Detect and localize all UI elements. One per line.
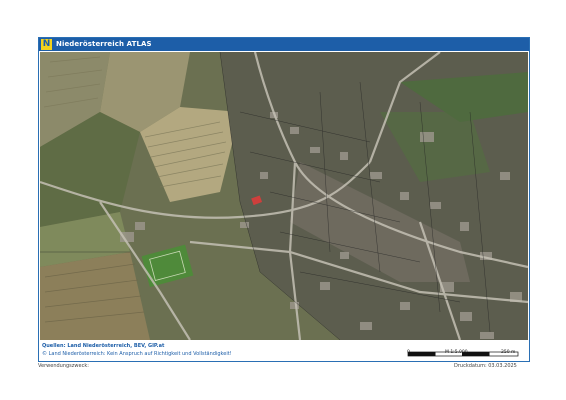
aerial-map[interactable] (40, 52, 528, 340)
atlas-footer: Quellen: Land Niederösterreich, BEV, GIP… (39, 340, 529, 361)
atlas-frame: N Niederösterreich ATLAS Quellen: Land N… (38, 37, 530, 362)
sources-text: Quellen: Land Niederösterreich, BEV, GIP… (42, 343, 165, 349)
scale-ratio-label: M 1:5.000 (445, 350, 468, 355)
noe-logo-icon: N (41, 39, 52, 50)
scale-bar: 0 M 1:5.000 250 m (407, 343, 519, 357)
scale-start-label: 0 (407, 350, 410, 355)
purpose-label: Verwendungszweck: (38, 363, 89, 369)
scale-end-label: 250 m (501, 350, 516, 355)
aerial-map-image (40, 52, 528, 340)
atlas-title: Niederösterreich ATLAS (56, 40, 152, 48)
print-date: Druckdatum: 03.03.2025 (454, 363, 517, 369)
atlas-header: N Niederösterreich ATLAS (39, 38, 529, 51)
disclaimer-text: © Land Niederösterreich: Kein Anspruch a… (42, 351, 232, 357)
